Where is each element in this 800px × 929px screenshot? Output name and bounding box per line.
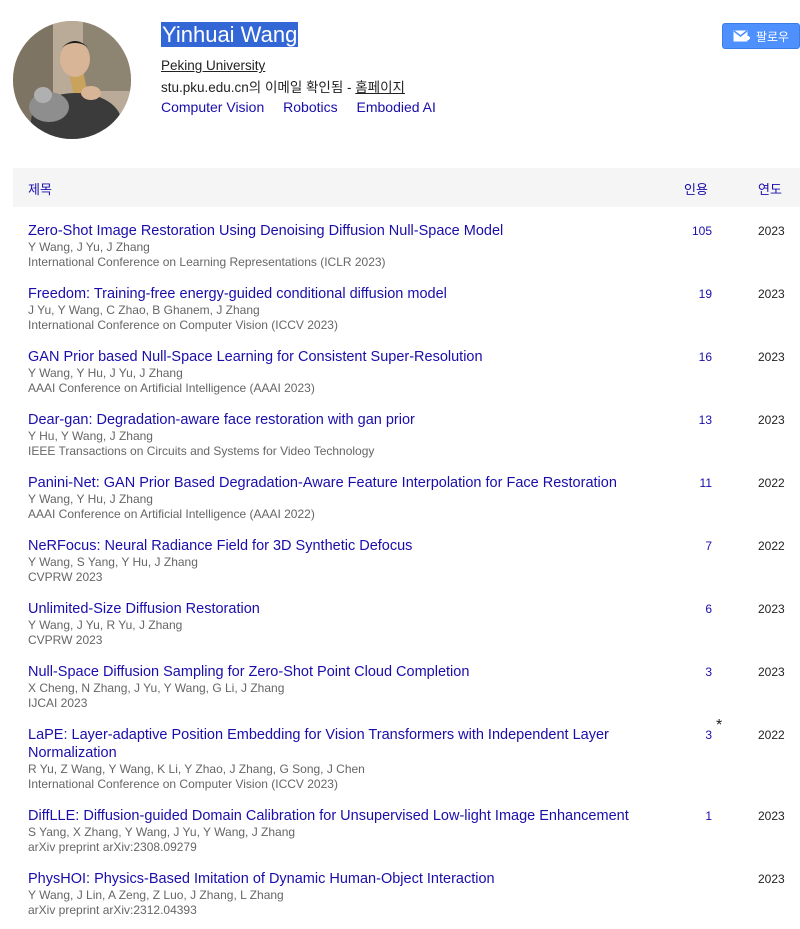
- publication-venue: IEEE Transactions on Circuits and System…: [28, 444, 375, 458]
- publication-venue: International Conference on Computer Vis…: [28, 318, 338, 332]
- cited-by-count-link[interactable]: 16: [672, 350, 712, 364]
- publication-title-link[interactable]: Panini-Net: GAN Prior Based Degradation-…: [28, 474, 668, 492]
- sort-by-title-header[interactable]: 제목: [28, 179, 52, 198]
- publication-authors: Y Wang, Y Hu, J Yu, J Zhang: [28, 366, 183, 380]
- publication-authors: J Yu, Y Wang, C Zhao, B Ghanem, J Zhang: [28, 303, 260, 317]
- cited-by-count-link[interactable]: 7: [672, 539, 712, 553]
- research-interests: Computer Vision Robotics Embodied AI: [161, 99, 451, 115]
- publication-title-link[interactable]: DiffLLE: Diffusion-guided Domain Calibra…: [28, 807, 668, 825]
- cited-by-count-link[interactable]: 105: [672, 224, 712, 238]
- publication-authors: Y Hu, Y Wang, J Zhang: [28, 429, 153, 443]
- publication-authors: Y Wang, J Lin, A Zeng, Z Luo, J Zhang, L…: [28, 888, 284, 902]
- email-verified-text: stu.pku.edu.cn의 이메일 확인됨 -: [161, 80, 356, 95]
- profile-name: Yinhuai Wang: [161, 22, 299, 47]
- envelope-icon: [733, 29, 750, 43]
- publication-title-link[interactable]: Unlimited-Size Diffusion Restoration: [28, 600, 668, 618]
- publication-year: 2023: [758, 665, 785, 679]
- publication-venue: AAAI Conference on Artificial Intelligen…: [28, 381, 315, 395]
- publication-year: 2023: [758, 350, 785, 364]
- cited-by-count-link[interactable]: 6: [672, 602, 712, 616]
- publications-table-header: 제목 인용 연도: [13, 168, 800, 207]
- merged-citations-marker: *: [716, 717, 723, 734]
- publication-title-link[interactable]: Null-Space Diffusion Sampling for Zero-S…: [28, 663, 668, 681]
- publication-year: 2023: [758, 872, 785, 886]
- cited-by-count-link[interactable]: 3: [672, 728, 712, 742]
- publication-authors: Y Wang, Y Hu, J Zhang: [28, 492, 153, 506]
- publication-authors: R Yu, Z Wang, Y Wang, K Li, Y Zhao, J Zh…: [28, 762, 365, 776]
- publication-title-link[interactable]: PhysHOI: Physics-Based Imitation of Dyna…: [28, 870, 668, 888]
- cited-by-count-link[interactable]: 3: [672, 665, 712, 679]
- publication-venue: CVPRW 2023: [28, 633, 103, 647]
- profile-email-verification: stu.pku.edu.cn의 이메일 확인됨 - 홈페이지: [161, 76, 405, 96]
- sort-by-cited-by-header[interactable]: 인용: [684, 179, 708, 198]
- publication-year: 2022: [758, 728, 785, 742]
- publication-title-link[interactable]: GAN Prior based Null-Space Learning for …: [28, 348, 668, 366]
- publication-venue: IJCAI 2023: [28, 696, 88, 710]
- follow-button-label: 팔로우: [755, 29, 790, 44]
- publication-year: 2023: [758, 287, 785, 301]
- publication-venue: International Conference on Computer Vis…: [28, 777, 338, 791]
- publication-year: 2023: [758, 809, 785, 823]
- publication-authors: S Yang, X Zhang, Y Wang, J Yu, Y Wang, J…: [28, 825, 296, 839]
- cited-by-count-link[interactable]: 13: [672, 413, 712, 427]
- publication-authors: Y Wang, J Yu, J Zhang: [28, 240, 150, 254]
- publication-year: 2023: [758, 413, 785, 427]
- publication-title-link[interactable]: NeRFocus: Neural Radiance Field for 3D S…: [28, 537, 668, 555]
- publication-venue: arXiv preprint arXiv:2308.09279: [28, 840, 197, 854]
- sort-by-year-header[interactable]: 연도: [758, 179, 782, 198]
- publication-authors: Y Wang, S Yang, Y Hu, J Zhang: [28, 555, 198, 569]
- publication-year: 2022: [758, 539, 785, 553]
- publication-venue: CVPRW 2023: [28, 570, 103, 584]
- interest-link-computer-vision[interactable]: Computer Vision: [161, 99, 264, 115]
- publication-venue: AAAI Conference on Artificial Intelligen…: [28, 507, 315, 521]
- profile-photo: [13, 21, 131, 139]
- interest-link-embodied-ai[interactable]: Embodied AI: [357, 99, 436, 115]
- publication-authors: Y Wang, J Yu, R Yu, J Zhang: [28, 618, 183, 632]
- publication-authors: X Cheng, N Zhang, J Yu, Y Wang, G Li, J …: [28, 681, 285, 695]
- publication-title-link[interactable]: Freedom: Training-free energy-guided con…: [28, 285, 668, 303]
- profile-affiliation[interactable]: Peking University: [161, 58, 265, 73]
- follow-button[interactable]: 팔로우: [722, 23, 800, 49]
- publication-title-link[interactable]: Dear-gan: Degradation-aware face restora…: [28, 411, 668, 429]
- publication-year: 2023: [758, 224, 785, 238]
- cited-by-count-link[interactable]: 19: [672, 287, 712, 301]
- cited-by-count-link[interactable]: 1: [672, 809, 712, 823]
- publication-venue: arXiv preprint arXiv:2312.04393: [28, 903, 197, 917]
- homepage-link[interactable]: 홈페이지: [355, 80, 405, 95]
- publication-title-link[interactable]: LaPE: Layer-adaptive Position Embedding …: [28, 726, 668, 762]
- publication-venue: International Conference on Learning Rep…: [28, 255, 386, 269]
- publication-year: 2022: [758, 476, 785, 490]
- publication-year: 2023: [758, 602, 785, 616]
- cited-by-count-link[interactable]: 11: [672, 476, 712, 490]
- publication-title-link[interactable]: Zero-Shot Image Restoration Using Denois…: [28, 222, 668, 240]
- interest-link-robotics[interactable]: Robotics: [283, 99, 337, 115]
